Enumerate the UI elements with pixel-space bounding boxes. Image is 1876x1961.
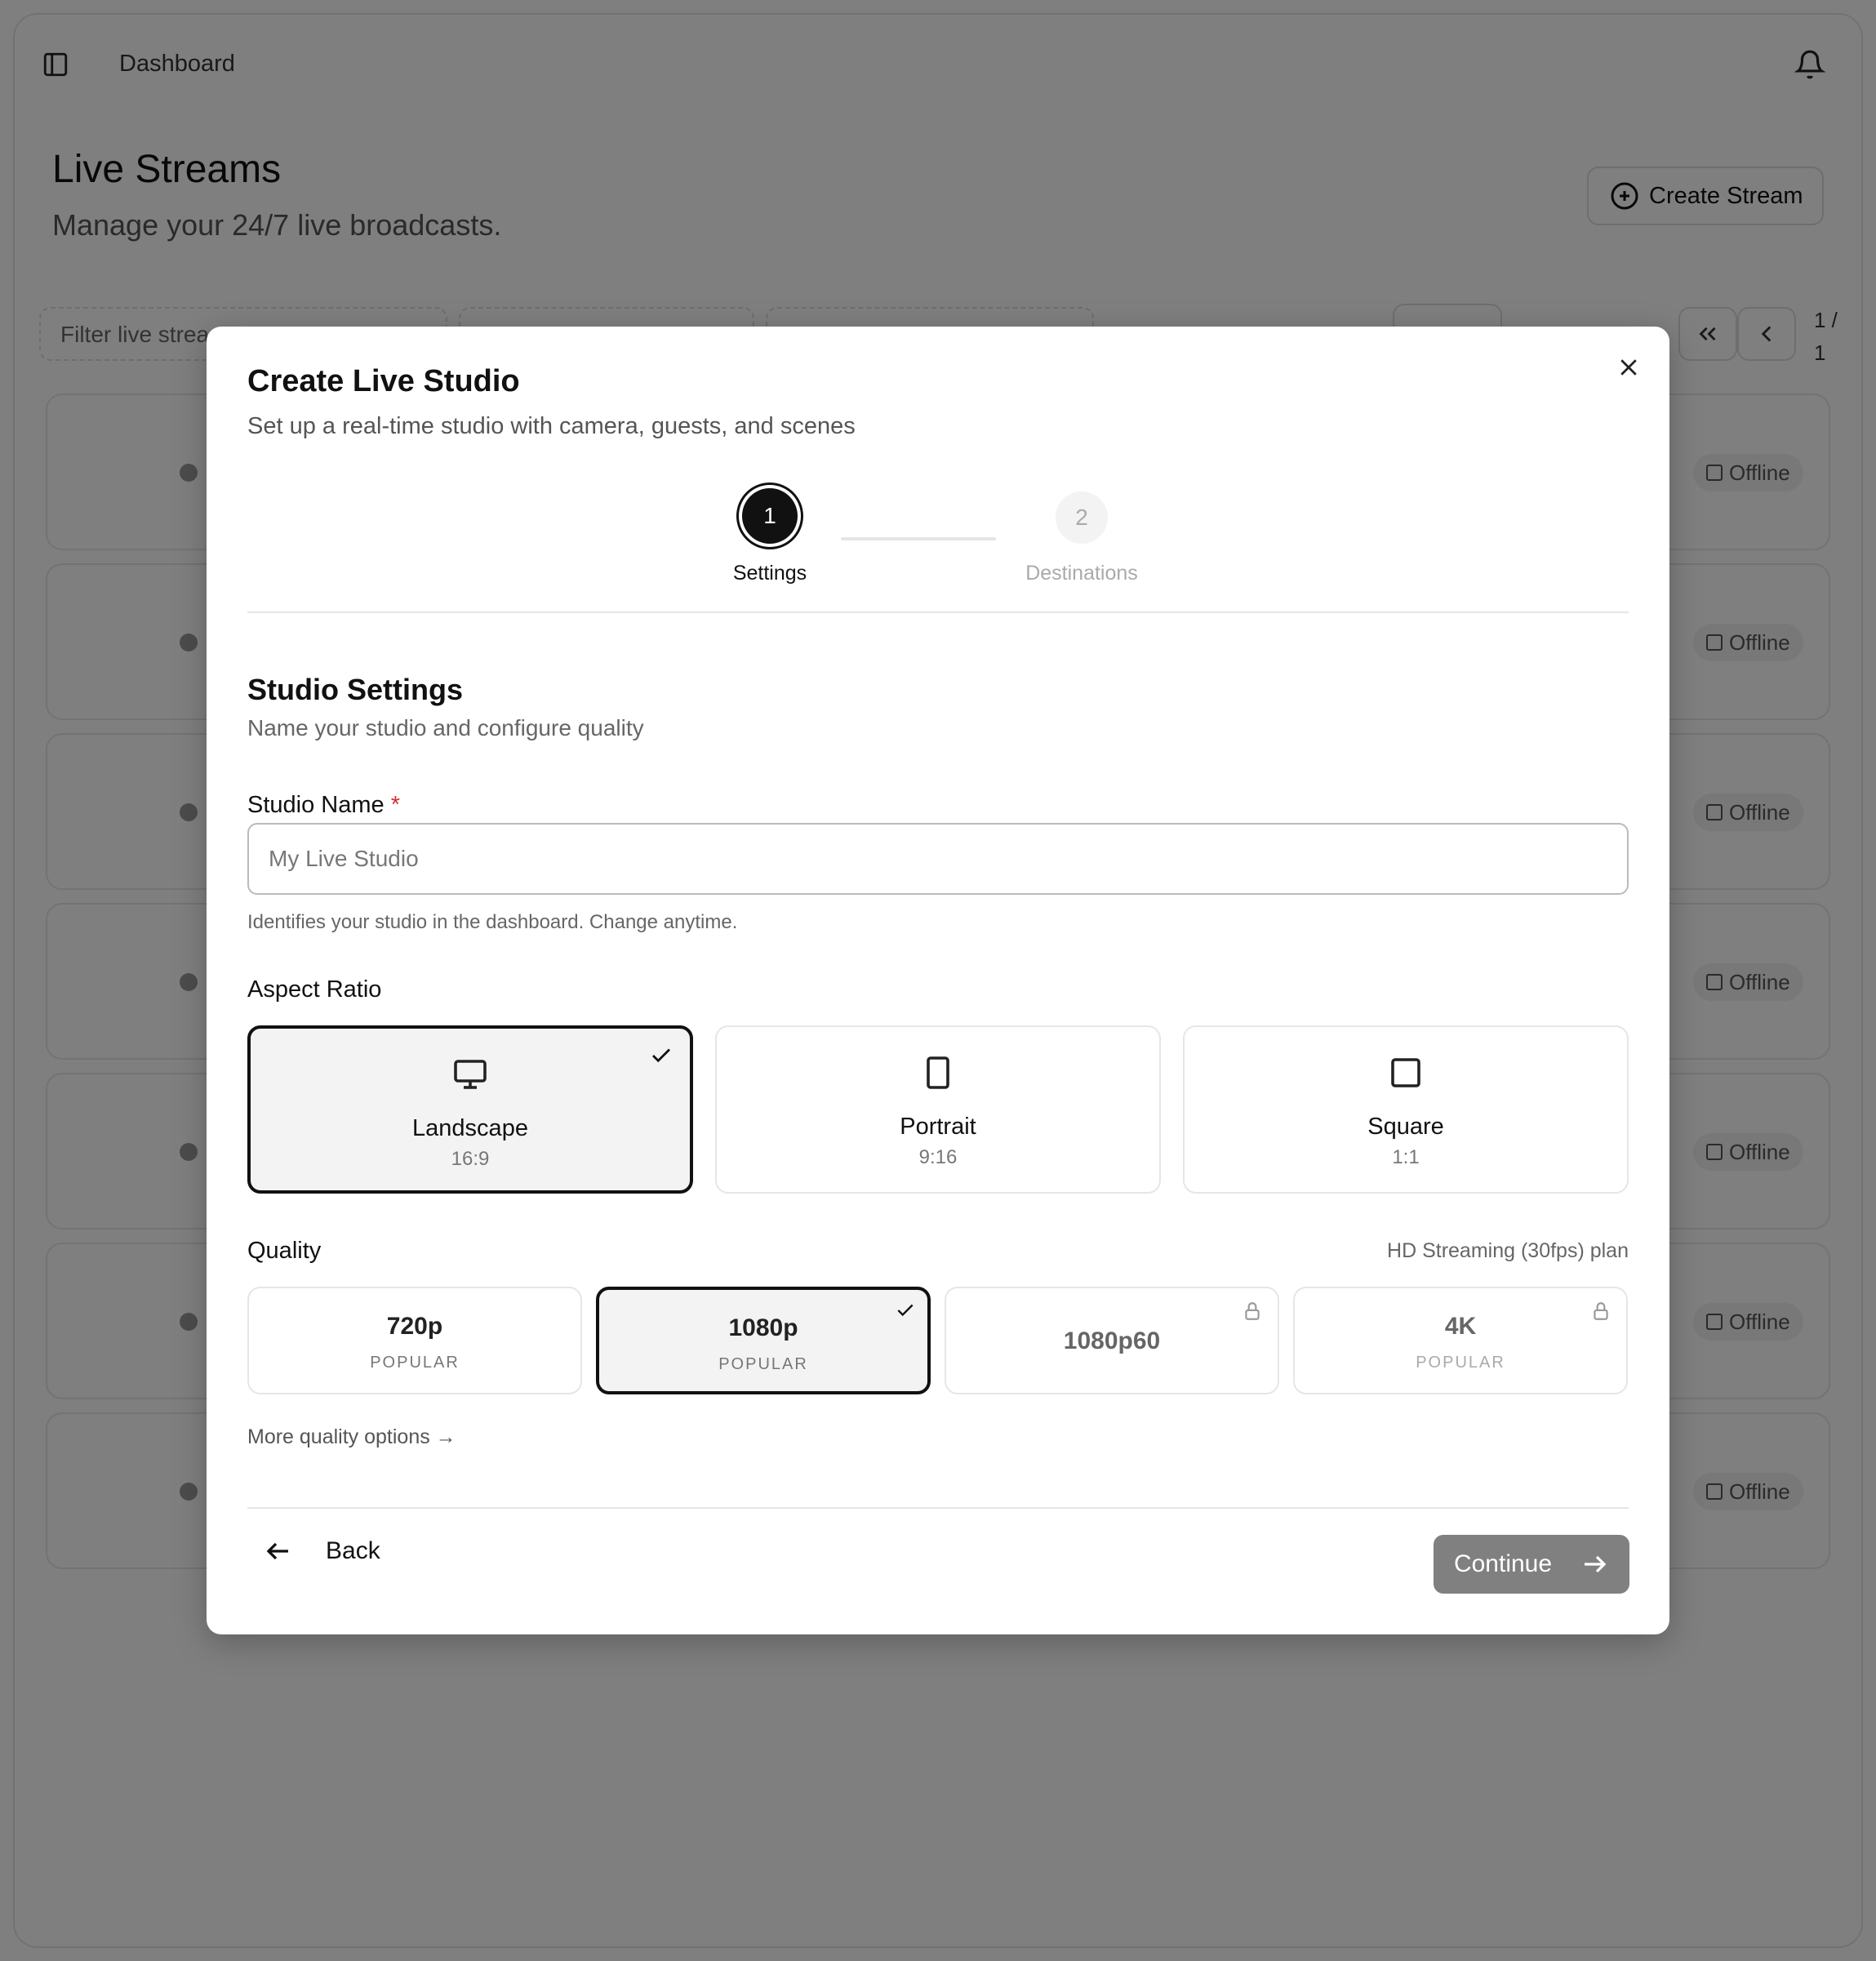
more-quality-link[interactable]: More quality options →: [247, 1425, 456, 1449]
arrow-right-icon: [1585, 1555, 1607, 1573]
quality-1080p60-card[interactable]: 1080p60: [945, 1287, 1279, 1394]
studio-name-help: Identifies your studio in the dashboard.…: [247, 911, 738, 933]
quality-720p-card[interactable]: 720p POPULAR: [247, 1287, 582, 1394]
quality-1080p-card[interactable]: 1080p POPULAR: [596, 1287, 931, 1394]
check-icon: [652, 1048, 670, 1063]
lock-icon: [1245, 1302, 1260, 1320]
header-divider: [247, 611, 1629, 613]
studio-name-input[interactable]: [247, 823, 1629, 895]
modal-subtitle: Set up a real-time studio with camera, g…: [247, 413, 856, 439]
close-button[interactable]: [1612, 351, 1645, 384]
quality-tag: POPULAR: [718, 1355, 808, 1373]
back-button[interactable]: Back: [264, 1536, 380, 1566]
step-1-indicator: 1: [742, 488, 798, 544]
step-1-label: Settings: [732, 562, 807, 585]
close-icon: [1620, 359, 1637, 376]
aspect-ratio-value: 1:1: [1392, 1146, 1420, 1168]
create-studio-modal: Create Live Studio Set up a real-time st…: [207, 327, 1669, 1634]
section-subtitle: Name your studio and configure quality: [247, 715, 644, 740]
quality-label: Quality: [247, 1238, 322, 1264]
continue-button[interactable]: Continue: [1434, 1535, 1629, 1594]
aspect-landscape-card[interactable]: Landscape 16:9: [247, 1025, 693, 1194]
step-2-label: Destinations: [1025, 562, 1138, 585]
required-mark: *: [390, 792, 401, 818]
square-icon: [1391, 1058, 1420, 1087]
step-connector: [841, 537, 996, 540]
footer-divider: [247, 1507, 1629, 1509]
arrow-left-icon: [266, 1542, 288, 1560]
back-label: Back: [326, 1537, 380, 1564]
aspect-name: Square: [1367, 1114, 1444, 1140]
quality-name: 4K: [1444, 1313, 1477, 1340]
step-2-indicator: 2: [1056, 491, 1108, 544]
plan-label: HD Streaming (30fps) plan: [1387, 1239, 1629, 1262]
tablet-portrait-icon: [927, 1056, 949, 1089]
studio-name-label: Studio Name *: [247, 792, 401, 818]
quality-name: 720p: [386, 1313, 443, 1340]
quality-name: 1080p: [728, 1314, 798, 1341]
monitor-icon: [454, 1060, 487, 1089]
aspect-name: Landscape: [412, 1115, 528, 1141]
quality-tag: POPULAR: [1416, 1354, 1505, 1372]
aspect-ratio-value: 16:9: [451, 1148, 490, 1170]
quality-4k-card[interactable]: 4K POPULAR: [1293, 1287, 1628, 1394]
aspect-ratio-value: 9:16: [918, 1146, 958, 1168]
aspect-square-card[interactable]: Square 1:1: [1183, 1025, 1629, 1194]
modal-title: Create Live Studio: [247, 364, 520, 398]
continue-label: Continue: [1453, 1550, 1553, 1577]
quality-name: 1080p60: [1063, 1327, 1161, 1354]
quality-tag: POPULAR: [370, 1354, 460, 1372]
section-title: Studio Settings: [247, 673, 463, 706]
aspect-ratio-label: Aspect Ratio: [247, 976, 382, 1003]
aspect-portrait-card[interactable]: Portrait 9:16: [715, 1025, 1161, 1194]
aspect-name: Portrait: [900, 1114, 976, 1140]
